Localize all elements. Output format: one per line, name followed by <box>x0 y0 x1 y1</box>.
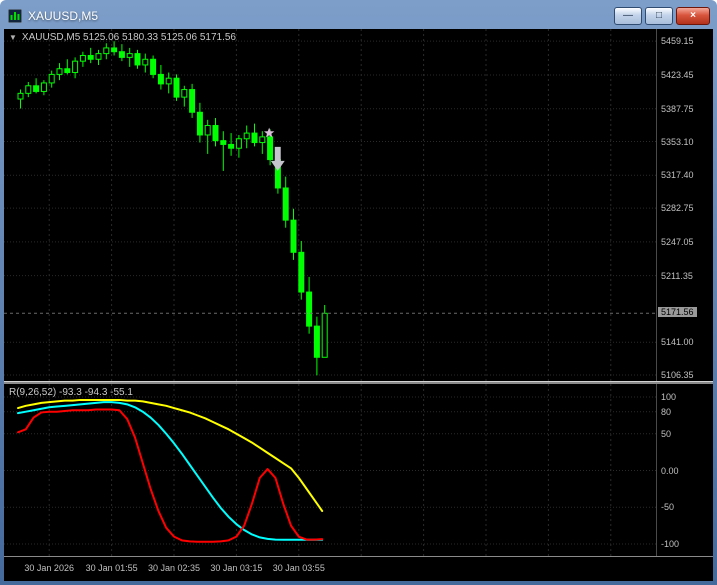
candle-bull <box>48 73 55 84</box>
candle-bull <box>259 136 266 144</box>
titlebar[interactable]: XAUUSD,M5 — □ × <box>4 3 713 29</box>
candle-bear <box>220 140 227 145</box>
indicator-scale[interactable]: 100 80 50 0.00 -50 -100 <box>656 384 713 556</box>
price-tick-label: 5282.75 <box>661 203 694 214</box>
close-icon: × <box>690 10 696 21</box>
ohlc-readout: ▼ XAUUSD,M5 5125.06 5180.33 5125.06 5171… <box>9 32 236 43</box>
candle-bear <box>134 53 141 66</box>
indicator-line-red <box>17 408 324 543</box>
candle-bull <box>103 47 110 55</box>
candle-bear <box>290 219 297 253</box>
price-chart[interactable] <box>4 29 656 381</box>
candle-bull <box>181 89 188 98</box>
chart-client-area: ▼ XAUUSD,M5 5125.06 5180.33 5125.06 5171… <box>4 29 713 581</box>
price-tick-label: 5423.45 <box>661 69 694 80</box>
price-tick-label: 5317.40 <box>661 170 694 181</box>
window-controls: — □ × <box>614 7 710 25</box>
candle-bear <box>64 68 71 74</box>
candle-bear <box>157 73 164 85</box>
time-tick-label: 30 Jan 03:55 <box>272 563 325 573</box>
candle-bear <box>111 47 118 53</box>
time-axis[interactable]: 30 Jan 2026 30 Jan 01:55 30 Jan 02:35 30 Ja… <box>4 556 713 581</box>
time-tick-label: 30 Jan 01:55 <box>85 563 138 573</box>
candle-bull <box>40 82 47 92</box>
candle-bear <box>189 89 196 113</box>
chart-window: XAUUSD,M5 — □ × ▼ XAUUSD,M5 5125.06 5180… <box>0 0 717 585</box>
candle-bear <box>173 77 180 98</box>
indicator-tick-label: 50 <box>661 428 672 439</box>
current-price-label: 5171.56 <box>658 307 697 318</box>
price-scale[interactable]: 5459.15 5423.45 5387.75 5353.10 5317.40 5282.… <box>656 29 713 381</box>
ohlc-text: XAUUSD,M5 5125.06 5180.33 5125.06 5171.5… <box>21 32 236 43</box>
price-tick-label: 5353.10 <box>661 136 694 147</box>
candle-bear <box>298 251 305 293</box>
minimize-button[interactable]: — <box>614 7 642 25</box>
candle-bear <box>313 325 320 358</box>
candle-bull <box>126 53 133 58</box>
candle-bull <box>235 138 242 149</box>
indicator-pane[interactable]: R(9,26,52) -93.3 -94.3 -55.1 <box>4 384 656 556</box>
indicator-readout: R(9,26,52) -93.3 -94.3 -55.1 <box>9 387 133 398</box>
price-tick-label: 5141.00 <box>661 337 694 348</box>
candle-bear <box>118 51 125 58</box>
candle-bear <box>150 58 157 75</box>
indicator-line-yellow <box>17 398 324 512</box>
close-button[interactable]: × <box>676 7 710 25</box>
price-tick-label: 5247.05 <box>661 236 694 247</box>
indicator-tick-label: 80 <box>661 406 672 417</box>
candle-bear <box>33 85 40 92</box>
candle-bull <box>243 132 250 140</box>
price-pane[interactable]: ▼ XAUUSD,M5 5125.06 5180.33 5125.06 5171… <box>4 29 656 381</box>
time-tick-label: 30 Jan 02:35 <box>147 563 201 573</box>
candle-bull <box>72 60 79 74</box>
candle-bull <box>95 53 102 60</box>
star-marker-icon[interactable] <box>263 127 275 138</box>
candle-bull <box>25 85 32 94</box>
candle-bull <box>142 58 149 66</box>
indicator-tick-label: -100 <box>661 539 680 549</box>
window-title: XAUUSD,M5 <box>28 9 99 23</box>
candle-bear <box>228 143 235 149</box>
price-tick-label: 5211.35 <box>661 270 693 281</box>
candle-bull <box>165 77 172 85</box>
candle-bull <box>204 125 211 136</box>
indicator-line-cyan <box>17 401 324 541</box>
candle-bear <box>196 111 203 136</box>
candle-bear <box>282 187 289 221</box>
symbol-dropdown-icon[interactable]: ▼ <box>9 33 17 42</box>
indicator-tick-label: 100 <box>661 392 677 402</box>
indicator-tick-label: -50 <box>661 502 675 513</box>
chart-window-icon <box>7 8 23 24</box>
candle-bear <box>267 136 274 161</box>
candle-bear <box>306 291 313 327</box>
candle-bull <box>79 54 86 62</box>
maximize-button[interactable]: □ <box>645 7 673 25</box>
minimize-icon: — <box>623 10 633 21</box>
candle-bull <box>321 312 328 358</box>
candle-bull <box>17 92 24 100</box>
candle-bull <box>56 68 63 75</box>
candle-bear <box>87 54 94 60</box>
price-tick-label: 5106.35 <box>661 369 694 380</box>
indicator-tick-label: 0.00 <box>661 465 679 476</box>
indicator-label: R(9,26,52) -93.3 -94.3 -55.1 <box>9 387 133 398</box>
indicator-chart[interactable] <box>4 384 656 556</box>
maximize-icon: □ <box>655 10 663 21</box>
price-tick-label: 5387.75 <box>661 103 694 114</box>
price-tick-label: 5459.15 <box>661 36 694 47</box>
time-tick-label: 30 Jan 03:15 <box>210 563 263 573</box>
time-tick-label: 30 Jan 2026 <box>24 563 74 573</box>
candle-bear <box>251 132 258 144</box>
candle-bear <box>212 125 219 142</box>
